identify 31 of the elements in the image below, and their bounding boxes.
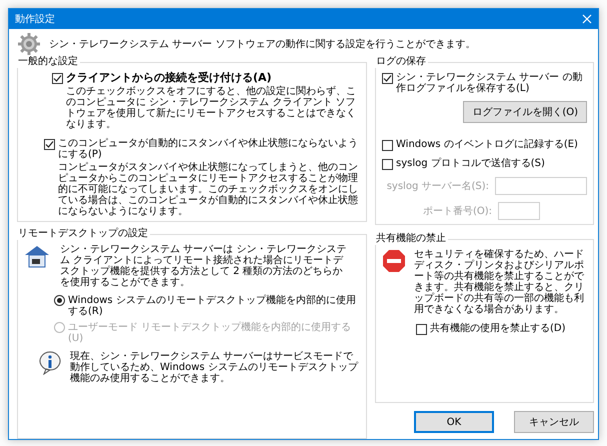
note-text: 現在、シン・テレワークシステム サーバーはサービスモードで動作しているため、Windows システムのリモートデスクトップ機能のみ使用することができます。	[70, 351, 360, 384]
checkbox[interactable]: Windows のイベントログに記録する(E)	[382, 139, 587, 151]
sharing-text: セキュリティを確保するため、ハードディスク・プリンタおよびシリアルポート等の共有機能を禁止することができます。共有機能を禁止すると、クリップボードの共有等の一部の機能も利用できなくなる場合があります。	[414, 249, 585, 315]
checkbox[interactable]: クライアントからの接続を受け付ける(A)	[52, 72, 358, 84]
checkbox[interactable]: 共有機能の使用を禁止する(D)	[416, 323, 587, 335]
checkmark-icon	[53, 74, 62, 83]
checkmark-icon	[45, 140, 54, 150]
checkmark-icon	[383, 74, 392, 83]
checkbox[interactable]: このコンピュータが自動的にスタンバイや休止状態にならないようにする(P)	[44, 138, 358, 160]
open-log-button[interactable]: ログファイルを開く(O)	[463, 101, 587, 123]
option-description: このチェックボックスをオフにすると、他の設定に関わらず、このコンピュータに シン・テレワークシステム クライアント ソフトウェアを使用して新たにリモートアクセスすることはできなくなります。	[65, 86, 357, 130]
option-description: コンピュータがスタンバイや休止状態になってしまうと、他のコンピュータからこのコンピュータにリモートアクセスすることが物理的に不可能になってしまいます。このチェックボックスをオンにしている場合は、このコンピュータが自動的にスタンバイや休止状態にならないようになります。	[57, 162, 358, 218]
window-title: 動作設定	[15, 12, 55, 26]
group-title: リモートデスクトップの設定	[16, 228, 150, 240]
info-icon	[38, 351, 62, 376]
checkbox[interactable]: syslog プロトコルで送信する(S)	[382, 158, 587, 170]
dialog-button[interactable]: OK	[414, 411, 494, 433]
header-text: シン・テレワークシステム サーバー ソフトウェアの動作に関する設定を行うことができます。	[49, 38, 476, 50]
group-title: 一般的な設定	[16, 56, 80, 68]
radio-option[interactable]: Windows システムのリモートデスクトップ機能を内部的に使用する(R)	[24, 295, 360, 318]
checkbox[interactable]: シン・テレワークシステム サーバー の動作ログファイルを保存する(L)	[382, 72, 587, 94]
stop-icon	[382, 249, 406, 273]
gear-icon	[17, 32, 41, 56]
field-label: syslog サーバー名(S):	[386, 180, 489, 192]
dialog-button[interactable]: キャンセル	[514, 411, 594, 433]
intro-text: シン・テレワークシステム サーバーは シン・テレワークシステム クライアントによってリモート接続された場合にリモートデスクトップ機能を提供する方法として 2 種類の方法のどちらかを使用することができます。	[60, 244, 348, 288]
group-title: 共有機能の禁止	[374, 233, 448, 245]
group-title: ログの保存	[374, 56, 428, 68]
house-icon	[24, 244, 50, 268]
close-icon[interactable]	[582, 14, 592, 24]
field-label: ポート番号(O):	[422, 206, 492, 216]
